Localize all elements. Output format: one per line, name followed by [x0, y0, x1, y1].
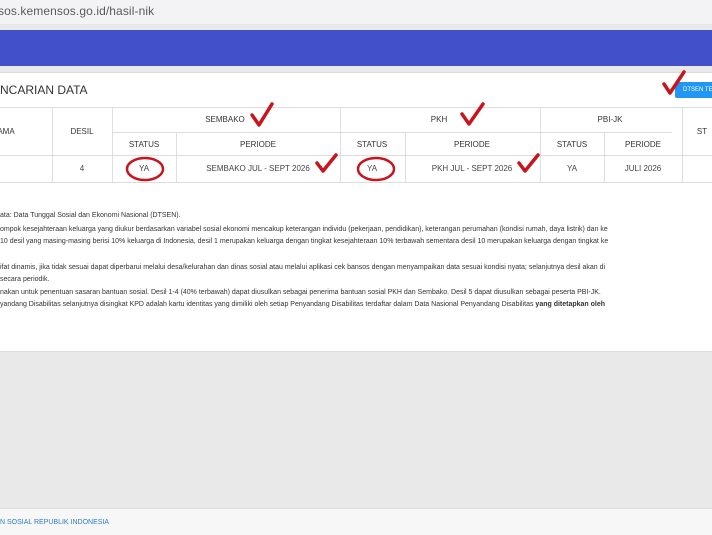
subheader-pbijk-status: STATUS	[556, 140, 588, 149]
col-divider-2	[112, 107, 113, 182]
note-desil-definition: ompok kesejahteraan keluarga yang diukur…	[0, 226, 608, 233]
note-dtsen: ata: Data Tunggal Sosial dan Ekonomi Nas…	[0, 212, 181, 219]
subheader-pkh-status: STATUS	[356, 140, 388, 149]
cell-sembako-status: YA	[138, 164, 150, 173]
subheader-pbijk-periode: PERIODE	[624, 140, 662, 149]
header-last: ST	[696, 127, 708, 136]
browser-address-bar[interactable]: sos.kemensos.go.id/hasil-nik	[0, 0, 712, 25]
table-top-border	[0, 107, 712, 108]
card-title: NCARIAN DATA	[0, 83, 88, 97]
note-kpd: yandang Disabilitas selanjutnya disingka…	[0, 301, 605, 308]
note-desil-dynamic: ifat dinamis, jika tidak sesuai dapat di…	[0, 264, 606, 271]
header-sembako: SEMBAKO	[205, 115, 245, 124]
col-divider-5	[405, 132, 406, 182]
note-kpd-text: yandang Disabilitas selanjutnya disingka…	[0, 301, 536, 308]
note-kpd-bold: yang ditetapkan oleh	[535, 301, 606, 308]
note-periodic: secara periodik.	[0, 276, 50, 283]
cell-pkh-status: YA	[366, 164, 378, 173]
col-divider-7	[604, 132, 605, 182]
header-pkh: PKH	[430, 115, 448, 124]
subheader-sembako-status: STATUS	[128, 140, 160, 149]
note-bansos-usage: nakan untuk penentuan sasaran bantuan so…	[0, 289, 601, 296]
cell-pbijk-periode: JULI 2026	[624, 164, 662, 173]
table-subheader-border	[112, 132, 672, 133]
col-divider-3	[176, 132, 177, 182]
col-divider-8	[682, 107, 683, 182]
col-divider-1	[52, 107, 53, 182]
header-nama: AMA	[0, 127, 15, 136]
col-divider-4	[340, 107, 341, 182]
url-text[interactable]: sos.kemensos.go.id/hasil-nik	[0, 4, 154, 18]
header-pbijk: PBI-JK	[597, 115, 623, 124]
cell-pkh-periode: PKH JUL - SEPT 2026	[431, 164, 513, 173]
cell-desil: 4	[79, 164, 85, 173]
col-divider-6	[540, 107, 541, 182]
subheader-pkh-periode: PERIODE	[453, 140, 491, 149]
subheader-sembako-periode: PERIODE	[239, 140, 277, 149]
cell-pbijk-status: YA	[566, 164, 578, 173]
table-bottom-border	[0, 182, 712, 183]
header-desil: DESIL	[70, 127, 94, 136]
footer: N SOSIAL REPUBLIK INDONESIA	[0, 508, 712, 535]
cell-sembako-periode: SEMBAKO JUL - SEPT 2026	[206, 164, 310, 173]
footer-link[interactable]: N SOSIAL REPUBLIK INDONESIA	[0, 519, 109, 526]
top-navigation-bar	[0, 30, 712, 66]
dtsen-button[interactable]: DTSEN TE	[675, 82, 712, 98]
table-header-bottom-border	[0, 155, 712, 156]
note-desil-groups: 10 desil yang masing-masing berisi 10% k…	[0, 238, 609, 245]
